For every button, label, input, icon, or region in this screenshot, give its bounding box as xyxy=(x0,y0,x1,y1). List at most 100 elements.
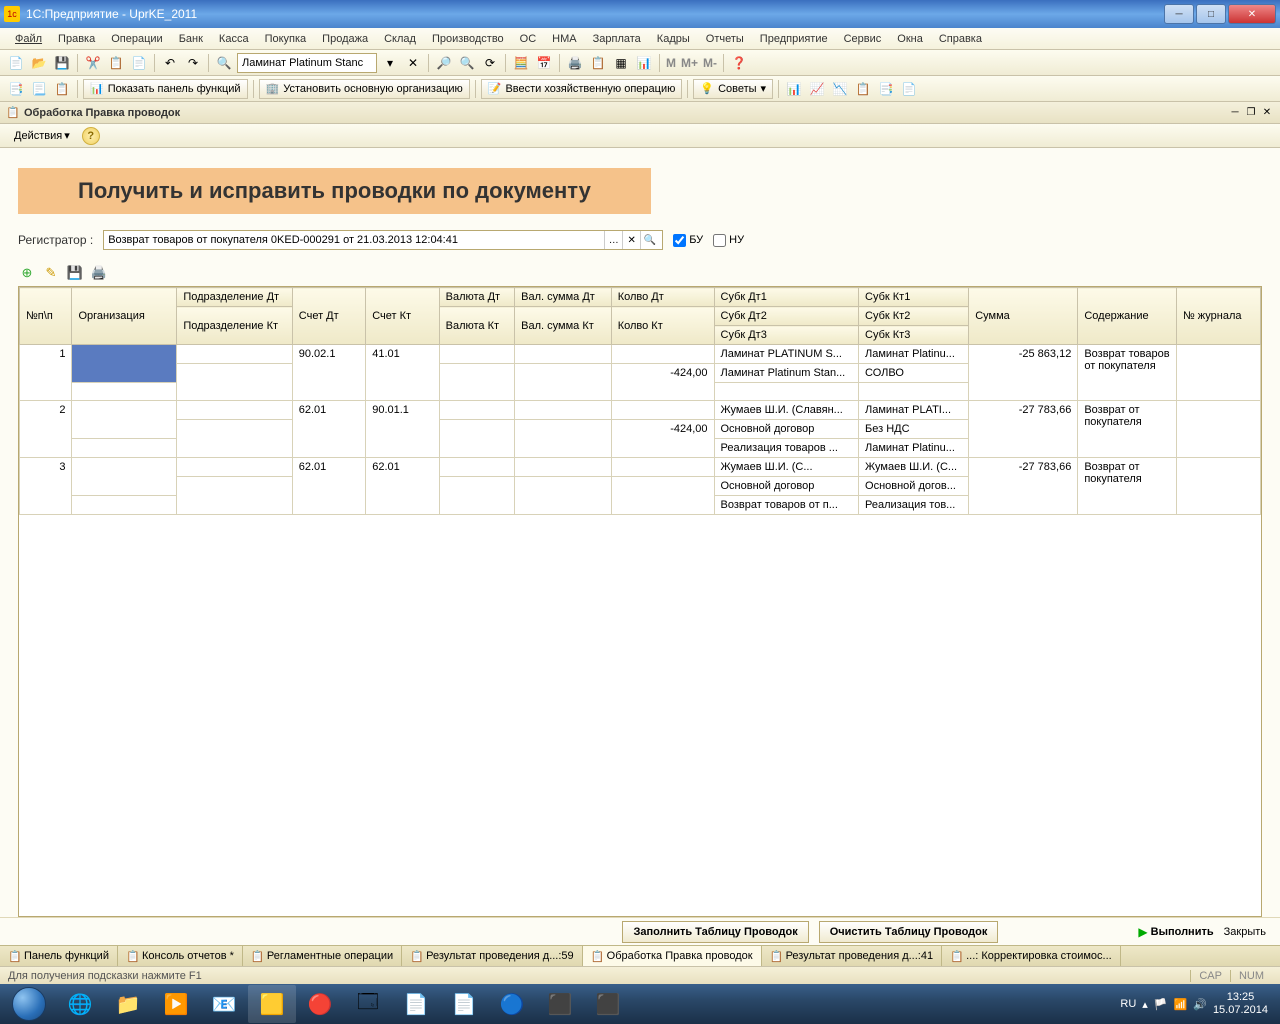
memory-mplus[interactable]: M+ xyxy=(680,53,699,73)
grid-icon[interactable]: ▦ xyxy=(611,53,631,73)
col-journal[interactable]: № журнала xyxy=(1176,288,1260,345)
preview-icon[interactable]: 📋 xyxy=(588,53,608,73)
col-subk-dt1[interactable]: Субк Дт1 xyxy=(714,288,859,307)
col-npp[interactable]: №п\п xyxy=(20,288,72,345)
doc-tab[interactable]: 📋Регламентные операции xyxy=(243,946,402,966)
menu-reports[interactable]: Отчеты xyxy=(699,31,751,47)
tool-icon-3[interactable]: 📋 xyxy=(52,79,72,99)
taskbar-opera-icon[interactable]: 🔴 xyxy=(296,985,344,1023)
col-kolvo-kt[interactable]: Колво Кт xyxy=(611,307,714,345)
memory-mminus[interactable]: M- xyxy=(702,53,718,73)
menu-salary[interactable]: Зарплата xyxy=(586,31,648,47)
col-subk-dt2[interactable]: Субк Дт2 xyxy=(714,307,859,326)
aux-icon-5[interactable]: 📑 xyxy=(876,79,896,99)
paste-icon[interactable]: 📄 xyxy=(129,53,149,73)
close-button[interactable]: ✕ xyxy=(1228,4,1276,24)
clear-table-button[interactable]: Очистить Таблицу Проводок xyxy=(819,921,999,943)
table-row[interactable]: 1 90.02.1 41.01 Ламинат PLATINUM S...Лам… xyxy=(20,345,1261,364)
menu-edit[interactable]: Правка xyxy=(51,31,102,47)
enter-operation-button[interactable]: 📝 Ввести хозяйственную операцию xyxy=(481,79,683,99)
tray-flag-icon[interactable]: 🏳️ xyxy=(1154,998,1168,1011)
col-podr-dt[interactable]: Подразделение Дт xyxy=(177,288,292,307)
taskbar-app-icon-1[interactable]: 🗔 xyxy=(344,985,392,1023)
start-button[interactable] xyxy=(2,984,56,1024)
memory-m[interactable]: M xyxy=(665,53,677,73)
col-schet-kt[interactable]: Счет Кт xyxy=(366,288,439,345)
actions-dropdown[interactable]: Действия ▾ xyxy=(6,127,78,144)
taskbar-media-icon[interactable]: ▶️ xyxy=(152,985,200,1023)
tray-sound-icon[interactable]: 🔊 xyxy=(1193,998,1207,1011)
save-icon[interactable]: 💾 xyxy=(52,53,72,73)
set-main-org-button[interactable]: 🏢 Установить основную организацию xyxy=(259,79,470,99)
subwin-minimize[interactable]: ─ xyxy=(1228,106,1242,120)
menu-sale[interactable]: Продажа xyxy=(315,31,375,47)
menu-service[interactable]: Сервис xyxy=(837,31,889,47)
minimize-button[interactable]: ─ xyxy=(1164,4,1194,24)
aux-icon-1[interactable]: 📊 xyxy=(784,79,804,99)
col-subk-kt1[interactable]: Субк Кт1 xyxy=(859,288,969,307)
tool-icon-2[interactable]: 📃 xyxy=(29,79,49,99)
action-help-icon[interactable]: ? xyxy=(82,127,100,145)
doc-tab[interactable]: 📋Результат проведения д...:59 xyxy=(402,946,583,966)
copy-icon[interactable]: 📋 xyxy=(106,53,126,73)
aux-icon-6[interactable]: 📄 xyxy=(899,79,919,99)
tray-lang[interactable]: RU xyxy=(1120,998,1136,1010)
calc-icon[interactable]: 🧮 xyxy=(511,53,531,73)
tips-button[interactable]: 💡 Советы ▾ xyxy=(693,79,773,99)
field-lookup-icon[interactable]: 🔍 xyxy=(640,231,658,249)
doc-tab[interactable]: 📋Панель функций xyxy=(0,946,118,966)
registrar-field[interactable]: Возврат товаров от покупателя 0KED-00029… xyxy=(103,230,663,250)
taskbar-app-icon-3[interactable]: 📄 xyxy=(440,985,488,1023)
aux-icon-4[interactable]: 📋 xyxy=(853,79,873,99)
dropdown-icon[interactable]: ▾ xyxy=(380,53,400,73)
taskbar-outlook-icon[interactable]: 📧 xyxy=(200,985,248,1023)
col-content[interactable]: Содержание xyxy=(1078,288,1177,345)
run-button[interactable]: ▶Выполнить xyxy=(1138,925,1213,939)
tray-up-icon[interactable]: ▴ xyxy=(1142,998,1148,1011)
col-valsum-dt[interactable]: Вал. сумма Дт xyxy=(515,288,612,307)
col-val-dt[interactable]: Валюта Дт xyxy=(439,288,515,307)
menu-production[interactable]: Производство xyxy=(425,31,511,47)
menu-windows[interactable]: Окна xyxy=(890,31,930,47)
col-summa[interactable]: Сумма xyxy=(969,288,1078,345)
field-clear-icon[interactable]: ✕ xyxy=(622,231,640,249)
col-podr-kt[interactable]: Подразделение Кт xyxy=(177,307,292,345)
fill-table-button[interactable]: Заполнить Таблицу Проводок xyxy=(622,921,808,943)
edit-row-icon[interactable]: ✎ xyxy=(42,264,60,282)
col-subk-kt2[interactable]: Субк Кт2 xyxy=(859,307,969,326)
col-valsum-kt[interactable]: Вал. сумма Кт xyxy=(515,307,612,345)
menu-cash[interactable]: Касса xyxy=(212,31,256,47)
doc-tab[interactable]: 📋Обработка Правка проводок xyxy=(583,946,762,966)
tray-clock[interactable]: 13:2515.07.2014 xyxy=(1213,991,1268,1017)
calendar-icon[interactable]: 📅 xyxy=(534,53,554,73)
print-row-icon[interactable]: 🖨️ xyxy=(90,264,108,282)
taskbar-ie-icon[interactable]: 🌐 xyxy=(56,985,104,1023)
taskbar-app-icon-5[interactable]: ⬛ xyxy=(584,985,632,1023)
undo-icon[interactable]: ↶ xyxy=(160,53,180,73)
menu-help[interactable]: Справка xyxy=(932,31,989,47)
field-select-icon[interactable]: … xyxy=(604,231,622,249)
tray-network-icon[interactable]: 📶 xyxy=(1174,998,1188,1011)
taskbar-1c-icon[interactable]: 🟨 xyxy=(248,985,296,1023)
taskbar-app-icon-4[interactable]: ⬛ xyxy=(536,985,584,1023)
doc-tab[interactable]: 📋...: Корректировка стоимос... xyxy=(942,946,1121,966)
aux-icon-2[interactable]: 📈 xyxy=(807,79,827,99)
refresh-icon[interactable]: ⟳ xyxy=(480,53,500,73)
col-val-kt[interactable]: Валюта Кт xyxy=(439,307,515,345)
col-subk-dt3[interactable]: Субк Дт3 xyxy=(714,326,859,345)
zoom-out-icon[interactable]: 🔍 xyxy=(457,53,477,73)
taskbar-app-icon-2[interactable]: 📄 xyxy=(392,985,440,1023)
menu-operations[interactable]: Операции xyxy=(104,31,169,47)
checkbox-bu[interactable]: БУ xyxy=(673,234,703,247)
help-icon[interactable]: ❓ xyxy=(729,53,749,73)
menu-os[interactable]: ОС xyxy=(513,31,544,47)
menu-nma[interactable]: НМА xyxy=(545,31,583,47)
doc-tab[interactable]: 📋Результат проведения д...:41 xyxy=(762,946,943,966)
menu-bank[interactable]: Банк xyxy=(172,31,210,47)
menu-personnel[interactable]: Кадры xyxy=(650,31,697,47)
close-link[interactable]: Закрыть xyxy=(1224,926,1266,938)
menu-stock[interactable]: Склад xyxy=(377,31,423,47)
col-kolvo-dt[interactable]: Колво Дт xyxy=(611,288,714,307)
col-subk-kt3[interactable]: Субк Кт3 xyxy=(859,326,969,345)
clear-search-icon[interactable]: ✕ xyxy=(403,53,423,73)
